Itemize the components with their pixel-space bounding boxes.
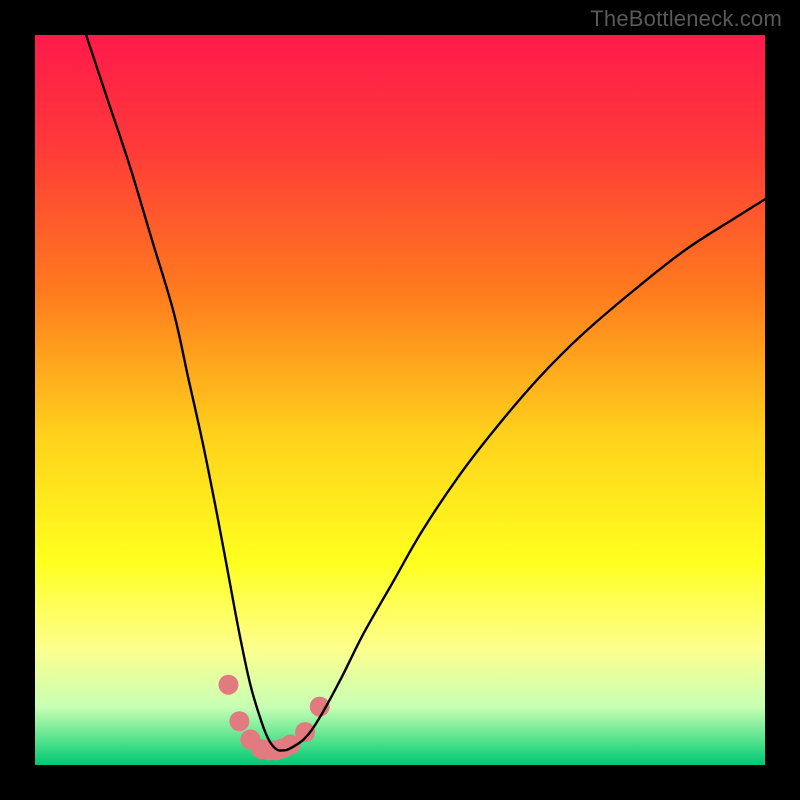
plot-area <box>35 35 765 765</box>
trough-marker <box>229 711 249 731</box>
watermark-text: TheBottleneck.com <box>590 6 782 32</box>
bottleneck-curve-path <box>86 35 765 751</box>
chart-frame: TheBottleneck.com <box>0 0 800 800</box>
curve-layer <box>35 35 765 765</box>
trough-marker <box>218 675 238 695</box>
